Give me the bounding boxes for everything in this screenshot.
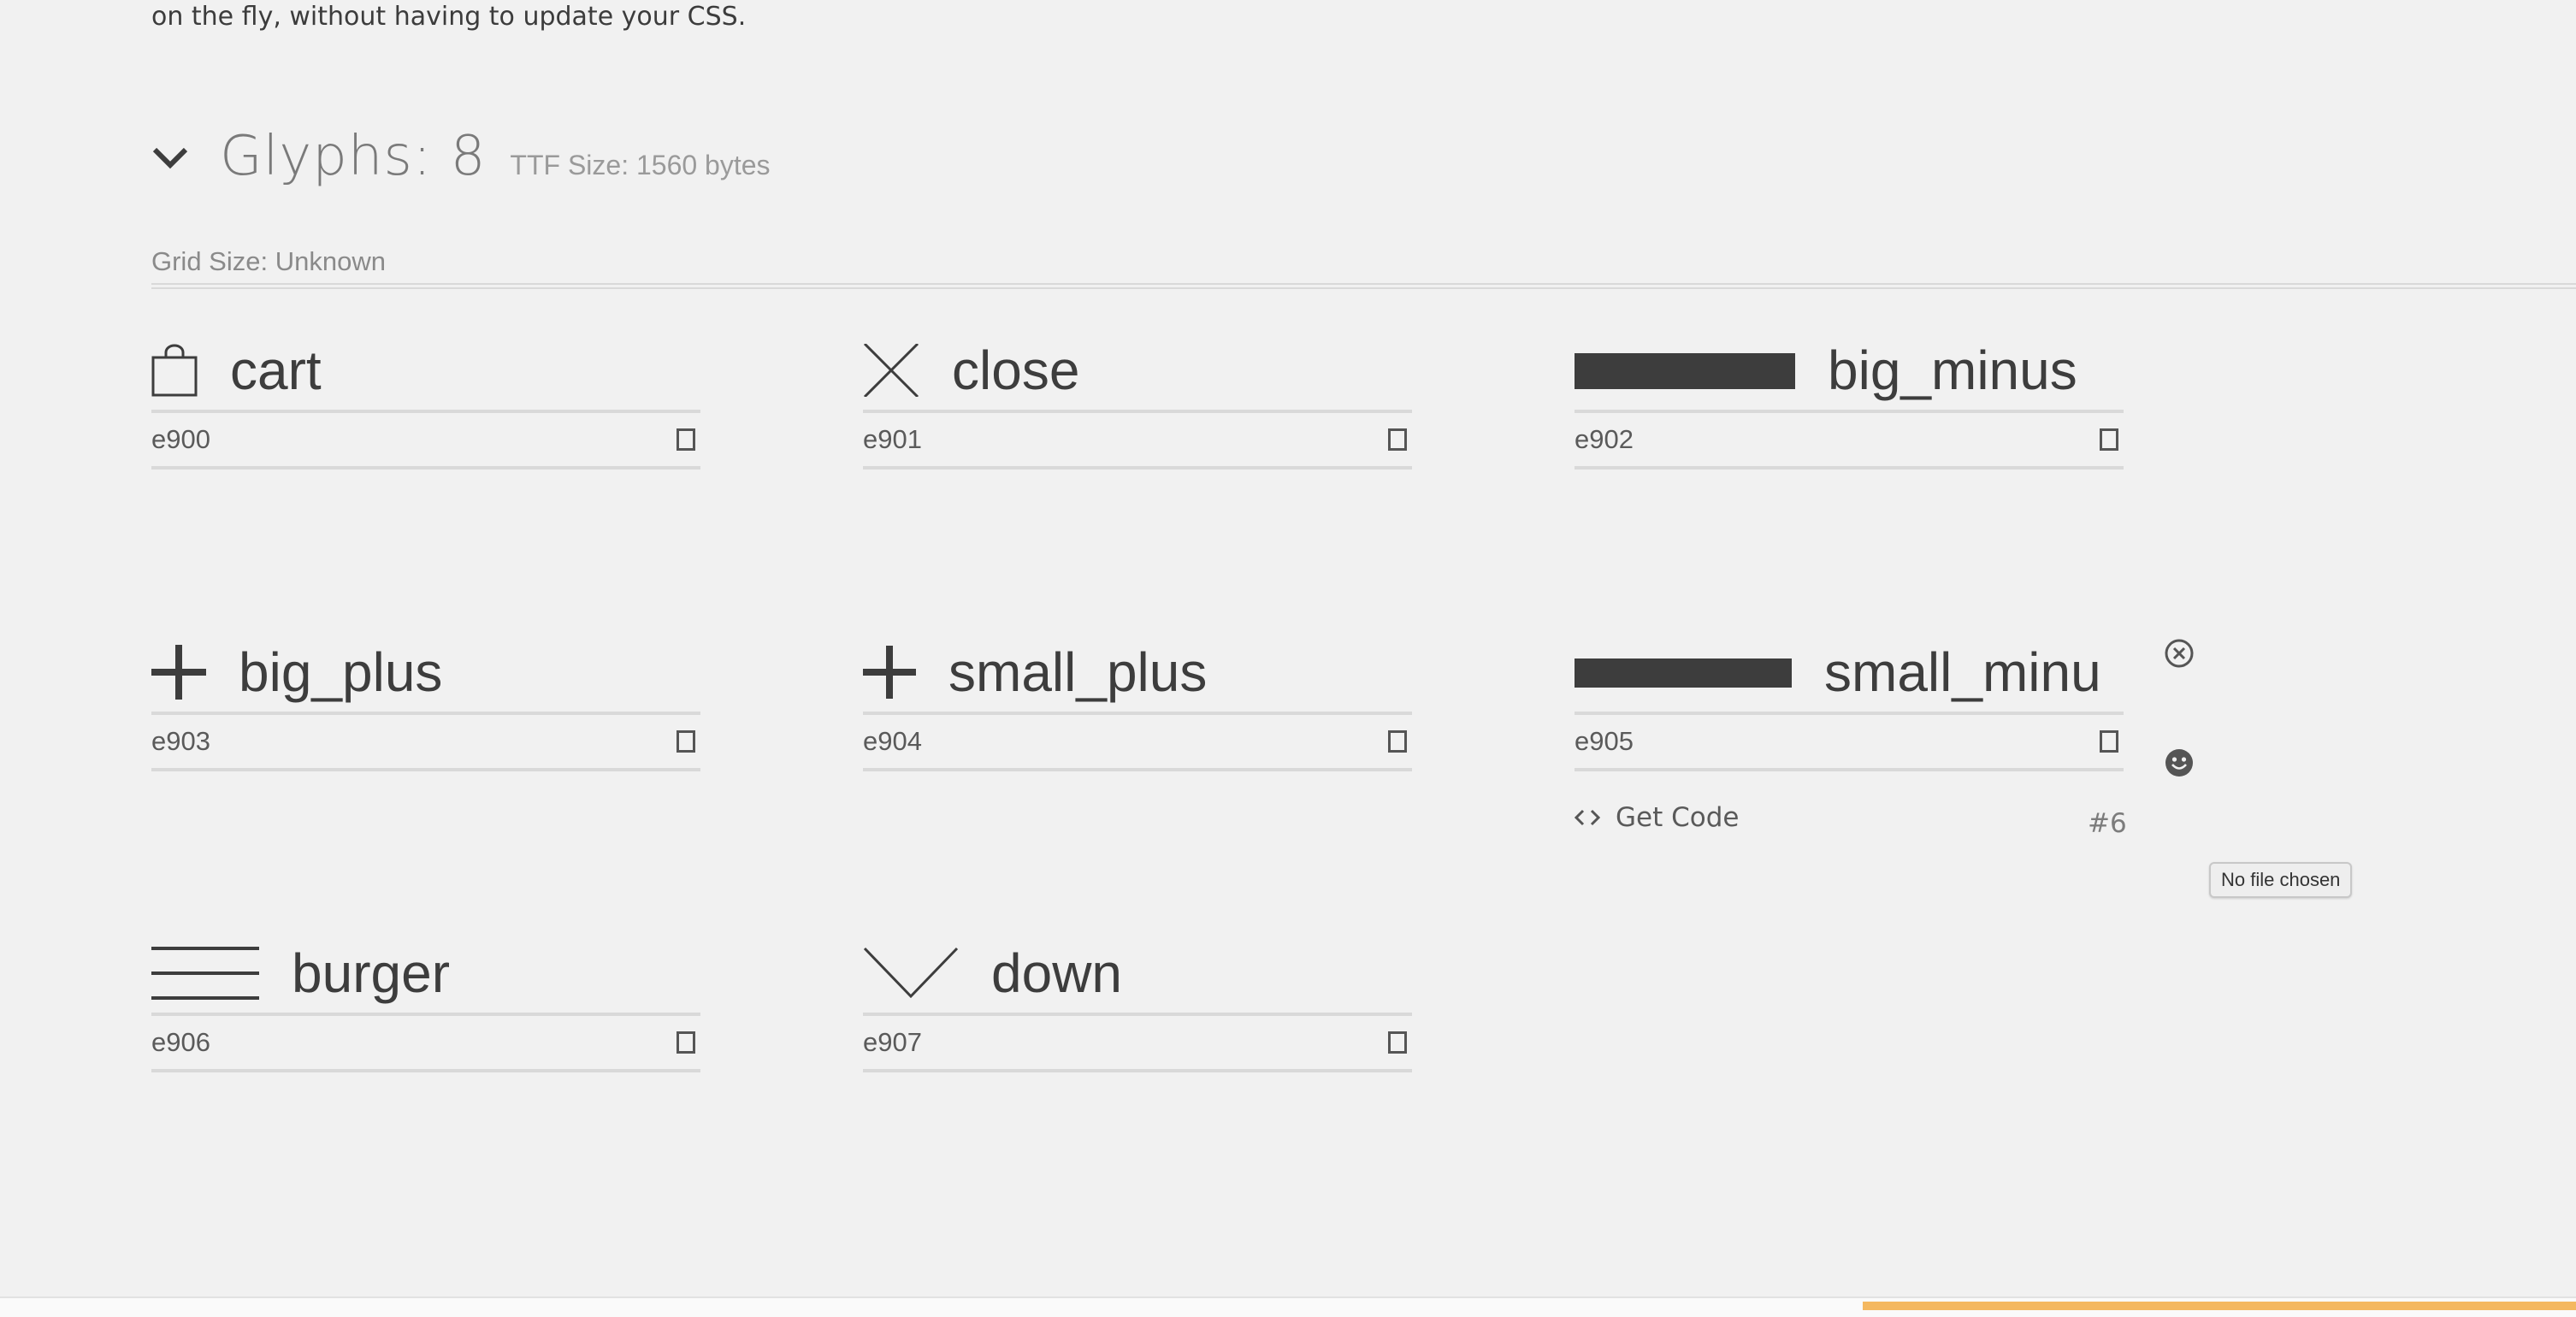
glyph-name[interactable]: small_minu [1824,641,2101,704]
glyph-code[interactable]: e901 [863,424,922,455]
glyph-preview[interactable]: small_plus [863,633,1412,715]
code-icon [1575,809,1600,826]
glyph-preview-box-icon[interactable] [1388,1031,1407,1054]
glyph-preview-box-icon[interactable] [676,1031,695,1054]
glyph-card-big-minus[interactable]: big_minus e902 [1575,331,2124,470]
glyph-name[interactable]: cart [230,339,322,402]
get-code-label: Get Code [1616,802,1740,833]
glyph-name[interactable]: close [952,339,1079,402]
glyphs-label: Glyphs: [220,125,433,188]
glyphs-count: 8 [450,125,487,188]
remove-circle-icon[interactable] [2164,638,2195,669]
glyph-card-small-plus[interactable]: small_plus e904 [863,633,1412,771]
big-plus-icon [151,645,206,700]
glyph-name[interactable]: burger [292,942,450,1005]
glyph-preview[interactable]: cart [151,331,700,413]
glyph-preview[interactable]: big_plus [151,633,700,715]
glyph-preview-box-icon[interactable] [2100,428,2118,451]
glyph-preview[interactable]: big_minus [1575,331,2124,413]
glyph-preview-box-icon[interactable] [2100,730,2118,753]
bottom-accent-bar [1863,1302,2576,1310]
glyph-card-burger[interactable]: burger e906 [151,934,700,1072]
glyph-name[interactable]: big_plus [239,641,442,704]
glyph-preview-box-icon[interactable] [676,730,695,753]
glyph-code[interactable]: e904 [863,726,922,757]
smiley-icon[interactable] [2164,747,2195,778]
glyph-card-cart[interactable]: cart e900 [151,331,700,470]
chevron-down-icon[interactable] [151,138,189,175]
burger-icon [151,947,259,1000]
glyph-code[interactable]: e903 [151,726,210,757]
glyph-card-big-plus[interactable]: big_plus e903 [151,633,700,771]
glyph-code[interactable]: e907 [863,1027,922,1058]
glyph-name[interactable]: small_plus [948,641,1207,704]
glyph-preview[interactable]: small_minu [1575,633,2124,715]
glyph-preview-box-icon[interactable] [1388,428,1407,451]
glyph-card-small-minus[interactable]: small_minu e905 [1575,633,2124,771]
glyph-code[interactable]: e905 [1575,726,1634,757]
glyph-card-down[interactable]: down e907 [863,934,1412,1072]
glyph-name[interactable]: down [991,942,1122,1005]
glyph-preview[interactable]: down [863,934,1412,1016]
grid-size[interactable]: Grid Size: Unknown [151,246,386,277]
glyph-name[interactable]: big_minus [1828,339,2077,402]
glyphs-title: Glyphs: 8 [220,125,486,188]
glyph-preview[interactable]: close [863,331,1412,413]
small-plus-icon [863,646,916,699]
big-minus-icon [1575,353,1795,389]
glyph-preview-box-icon[interactable] [676,428,695,451]
ttf-size: TTF Size: 1560 bytes [510,150,771,180]
glyph-preview-box-icon[interactable] [1388,730,1407,753]
glyph-index: #6 [2088,808,2127,839]
glyph-code[interactable]: e900 [151,424,210,455]
get-code-button[interactable]: Get Code [1575,802,1739,833]
file-input-tooltip: No file chosen [2209,862,2353,898]
intro-text: on the fly, without having to update you… [151,2,747,32]
small-minus-icon [1575,658,1792,688]
down-icon [863,947,959,999]
cart-icon [151,344,198,397]
glyph-preview[interactable]: burger [151,934,700,1016]
glyph-set-header: Glyphs: 8 TTF Size: 1560 bytes [151,125,771,188]
divider [151,283,2576,289]
glyph-code[interactable]: e902 [1575,424,1634,455]
glyph-code[interactable]: e906 [151,1027,210,1058]
close-icon [863,344,919,397]
glyph-card-close[interactable]: close e901 [863,331,1412,470]
